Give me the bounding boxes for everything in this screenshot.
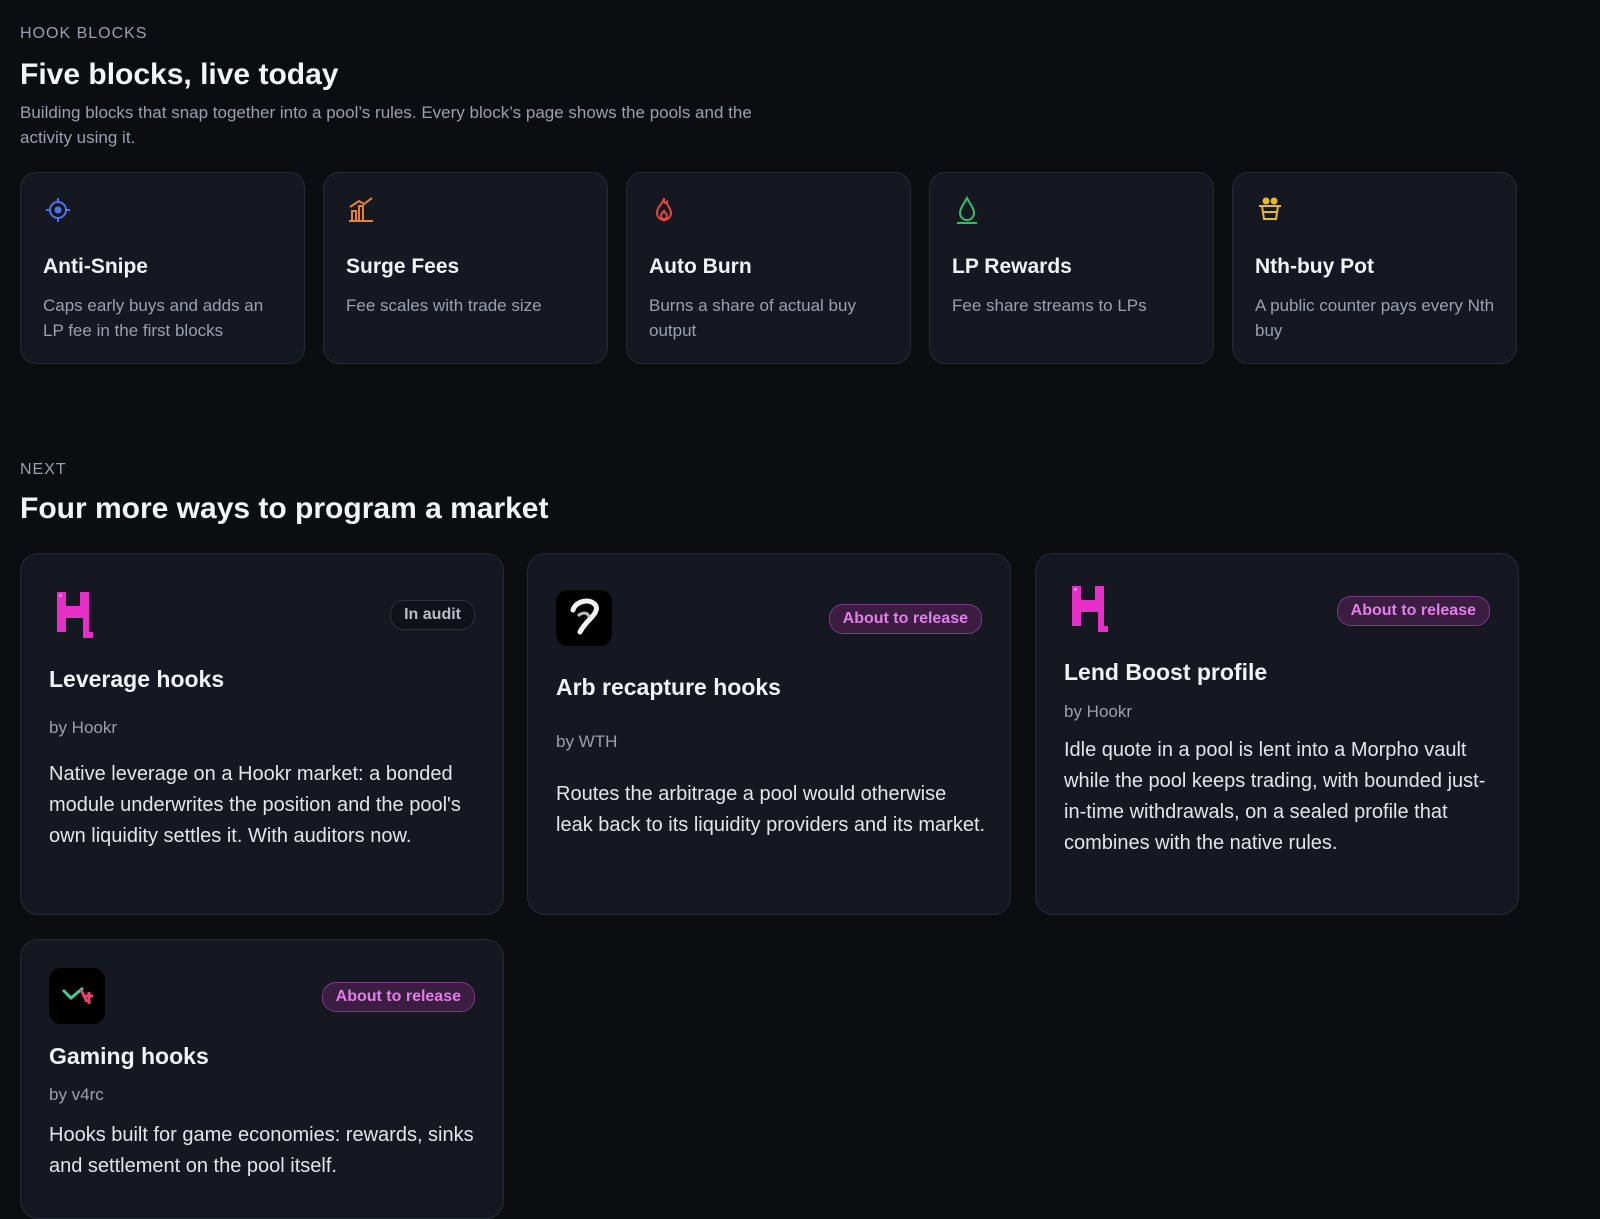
status-badge: About to release <box>1336 596 1490 626</box>
hookr-logo-icon <box>53 588 109 644</box>
section-eyebrow: HOOK BLOCKS <box>20 25 148 42</box>
bar-chart-icon <box>346 195 376 225</box>
block-title: LP Rewards <box>952 255 1072 278</box>
card-description: Routes the arbitrage a pool would otherw… <box>556 783 986 836</box>
block-title: Surge Fees <box>346 255 460 278</box>
card-title: Arb recapture hooks <box>556 674 781 700</box>
hook-card-lend-boost[interactable]: About to release Lend Boost profile by H… <box>1035 553 1519 915</box>
droplet-icon <box>952 195 982 225</box>
block-card-lp-rewards[interactable]: LP Rewards Fee share streams to LPs <box>929 172 1214 364</box>
card-title: Lend Boost profile <box>1064 659 1268 685</box>
hook-card-arb-recapture[interactable]: About to release Arb recapture hooks by … <box>527 553 1011 915</box>
section-subtitle: Building blocks that snap together into … <box>20 103 752 147</box>
block-title: Nth-buy Pot <box>1255 255 1374 278</box>
card-title: Leverage hooks <box>49 666 225 692</box>
section-title: Four more ways to program a market <box>20 492 549 525</box>
flame-icon <box>649 195 679 225</box>
card-author: by Hookr <box>1064 702 1133 721</box>
block-description: A public counter pays every Nth buy <box>1255 296 1495 340</box>
card-description: Idle quote in a pool is lent into a Morp… <box>1064 739 1486 854</box>
status-badge: About to release <box>828 604 982 634</box>
block-title: Auto Burn <box>649 255 752 278</box>
block-card-auto-burn[interactable]: Auto Burn Burns a share of actual buy ou… <box>626 172 911 364</box>
card-description: Hooks built for game economies: rewards,… <box>49 1124 474 1177</box>
crosshair-icon <box>43 195 73 225</box>
block-title: Anti-Snipe <box>43 255 148 278</box>
card-description: Native leverage on a Hookr market: a bon… <box>49 763 461 847</box>
section-eyebrow: NEXT <box>20 461 67 478</box>
hook-card-leverage[interactable]: In audit Leverage hooks by Hookr Native … <box>20 553 504 915</box>
hookr-logo-icon <box>1068 582 1124 638</box>
block-description: Fee scales with trade size <box>346 296 542 315</box>
card-author: by v4rc <box>49 1085 104 1104</box>
status-badge: About to release <box>321 982 475 1012</box>
section-title: Five blocks, live today <box>20 58 339 91</box>
block-description: Fee share streams to LPs <box>952 296 1147 315</box>
card-author: by WTH <box>556 732 618 751</box>
v4rc-logo-icon <box>49 968 105 1024</box>
status-badge: In audit <box>390 600 475 630</box>
block-card-anti-snipe[interactable]: Anti-Snipe Caps early buys and adds an L… <box>20 172 305 364</box>
block-grid: Anti-Snipe Caps early buys and adds an L… <box>20 172 1517 364</box>
card-author: by Hookr <box>49 718 118 737</box>
pot-icon <box>1255 195 1285 225</box>
block-card-surge-fees[interactable]: Surge Fees Fee scales with trade size <box>323 172 608 364</box>
block-card-nth-buy-pot[interactable]: Nth-buy Pot A public counter pays every … <box>1232 172 1517 364</box>
card-title: Gaming hooks <box>49 1043 209 1069</box>
hook-card-gaming[interactable]: About to release Gaming hooks by v4rc Ho… <box>20 939 504 1219</box>
wth-logo-icon <box>556 590 612 646</box>
block-description: Burns a share of actual buy output <box>649 296 856 340</box>
block-description: Caps early buys and adds an LP fee in th… <box>43 296 264 340</box>
